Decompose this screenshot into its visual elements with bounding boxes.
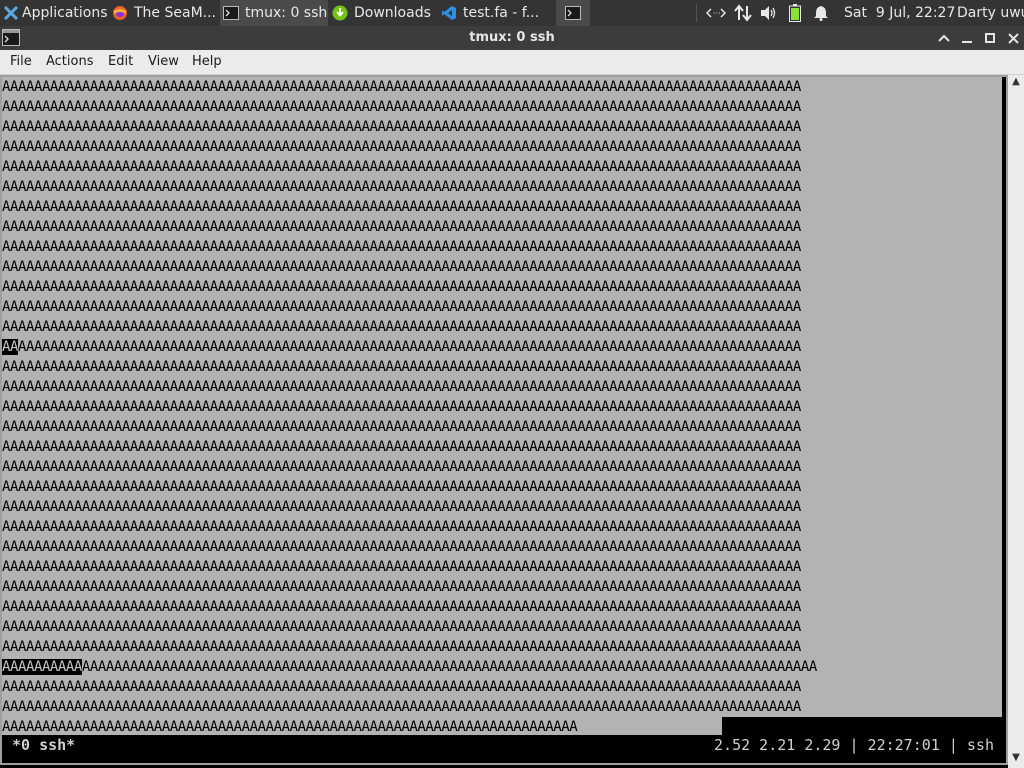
terminal-line: AAAAAAAAAAAAAAAAAAAAAAAAAAAAAAAAAAAAAAAA…	[2, 519, 801, 535]
applications-label: Applications	[22, 5, 108, 21]
tmux-status-right: 2.52 2.21 2.29 | 22:27:01 | ssh	[714, 736, 994, 754]
terminal-line: AAAAAAAAAAAAAAAAAAAAAAAAAAAAAAAAAAAAAAAA…	[2, 619, 801, 635]
terminal-line: AAAAAAAAAAAAAAAAAAAAAAAAAAAAAAAAAAAAAAAA…	[2, 579, 801, 595]
terminal-line: AAAAAAAAAAAAAAAAAAAAAAAAAAAAAAAAAAAAAAAA…	[2, 79, 801, 95]
maximize-icon	[985, 33, 995, 43]
terminal-line: AAAAAAAAAAAAAAAAAAAAAAAAAAAAAAAAAAAAAAAA…	[2, 299, 801, 315]
close-button[interactable]	[1003, 28, 1023, 48]
download-icon	[332, 5, 348, 21]
applications-menu[interactable]: Applications ⋮	[0, 0, 110, 26]
clock-label: Sat 9 Jul, 22:27	[844, 5, 956, 21]
user-label: Darty uwu	[957, 5, 1024, 21]
close-icon	[1007, 32, 1019, 44]
battery-icon[interactable]	[789, 0, 801, 26]
terminal-text: AAAAAAAAAAAAAAAAAAAAAAAAAAAAAAAAAAAAAAAA…	[17, 339, 801, 355]
menu-actions[interactable]: Actions	[46, 54, 94, 69]
firefox-icon	[112, 5, 128, 21]
terminal-line: AAAAAAAAAAAAAAAAAAAAAAAAAAAAAAAAAAAAAAAA…	[2, 159, 801, 175]
terminal-text: AAAAAAAAAAAAAAAAAAAAAAAAAAAAAAAAAAAAAAAA…	[81, 659, 817, 675]
task-terminal-small[interactable]	[556, 0, 590, 26]
task-label: Downloads	[354, 5, 431, 21]
maximize-button[interactable]	[980, 28, 1000, 48]
terminal-line: AAAAAAAAAAAAAAAAAAAAAAAAAAAAAAAAAAAAAAAA…	[2, 699, 801, 715]
terminal-line: AAAAAAAAAAAAAAAAAAAAAAAAAAAAAAAAAAAAAAAA…	[2, 559, 801, 575]
minimize-button[interactable]	[957, 28, 977, 48]
transfer-icon[interactable]	[733, 0, 753, 26]
terminal-line: AAAAAAAAAAAAAAAAAAAAAAAAAAAAAAAAAAAAAAAA…	[2, 399, 801, 415]
terminal-line: AAAAAAAAAAAAAAAAAAAAAAAAAAAAAAAAAAAAAAAA…	[2, 719, 578, 735]
xfce-logo-icon	[3, 5, 19, 21]
shade-button[interactable]	[934, 28, 954, 48]
terminal-line: AAAAAAAAAAAAAAAAAAAAAAAAAAAAAAAAAAAAAAAA…	[2, 539, 801, 555]
terminal-line: AAAAAAAAAAAAAAAAAAAAAAAAAAAAAAAAAAAAAAAA…	[2, 119, 801, 135]
terminal-line: AAAAAAAAAAAAAAAAAAAAAAAAAAAAAAAAAAAAAAAA…	[2, 139, 801, 155]
terminal-line: AAAAAAAAAAAAAAAAAAAAAAAAAAAAAAAAAAAAAAAA…	[2, 499, 801, 515]
terminal-line: AAAAAAAAAAAAAAAAAAAAAAAAAAAAAAAAAAAAAAAA…	[2, 639, 801, 655]
window-title: tmux: 0 ssh	[469, 30, 555, 45]
scroll-down-icon[interactable]: ▼	[1008, 751, 1024, 765]
menu-help[interactable]: Help	[192, 54, 222, 69]
notification-bell-icon[interactable]	[813, 0, 829, 26]
task-label: The SeaM...	[134, 5, 216, 21]
task-label: tmux: 0 ssh	[245, 5, 328, 21]
selection-highlight: AA	[2, 339, 18, 355]
terminal-line: AAAAAAAAAAAAAAAAAAAAAAAAAAAAAAAAAAAAAAAA…	[2, 319, 801, 335]
terminal-line-highlighted: AAAAAAAAAAAAAAAAAAAAAAAAAAAAAAAAAAAAAAAA…	[2, 337, 1002, 357]
terminal-line: AAAAAAAAAAAAAAAAAAAAAAAAAAAAAAAAAAAAAAAA…	[2, 459, 801, 475]
user-menu[interactable]: Darty uwu	[957, 0, 1024, 26]
terminal-line: AAAAAAAAAAAAAAAAAAAAAAAAAAAAAAAAAAAAAAAA…	[2, 279, 801, 295]
terminal-view[interactable]: AAAAAAAAAAAAAAAAAAAAAAAAAAAAAAAAAAAAAAAA…	[0, 75, 1024, 768]
task-downloads[interactable]: Downloads	[332, 0, 434, 26]
terminal-line: AAAAAAAAAAAAAAAAAAAAAAAAAAAAAAAAAAAAAAAA…	[2, 99, 801, 115]
terminal-line: AAAAAAAAAAAAAAAAAAAAAAAAAAAAAAAAAAAAAAAA…	[2, 679, 801, 695]
terminal-line: AAAAAAAAAAAAAAAAAAAAAAAAAAAAAAAAAAAAAAAA…	[2, 419, 801, 435]
terminal-line: AAAAAAAAAAAAAAAAAAAAAAAAAAAAAAAAAAAAAAAA…	[2, 359, 801, 375]
window-titlebar[interactable]: tmux: 0 ssh	[0, 26, 1024, 50]
terminal-line: AAAAAAAAAAAAAAAAAAAAAAAAAAAAAAAAAAAAAAAA…	[2, 219, 801, 235]
terminal-line: AAAAAAAAAAAAAAAAAAAAAAAAAAAAAAAAAAAAAAAA…	[2, 239, 801, 255]
menu-view[interactable]: View	[148, 54, 179, 69]
terminal-icon	[223, 5, 239, 21]
volume-icon[interactable]	[760, 0, 778, 26]
terminal-last-line: AAAAAAAAAAAAAAAAAAAAAAAAAAAAAAAAAAAAAAAA…	[2, 717, 722, 737]
terminal-line: AAAAAAAAAAAAAAAAAAAAAAAAAAAAAAAAAAAAAAAA…	[2, 179, 801, 195]
tmux-status-bar: *0 ssh* 2.52 2.21 2.29 | 22:27:01 | ssh	[2, 735, 1002, 755]
terminal-line: AAAAAAAAAAAAAAAAAAAAAAAAAAAAAAAAAAAAAAAA…	[2, 259, 801, 275]
scrollbar[interactable]: ▲ ▼	[1008, 75, 1024, 768]
task-vscode[interactable]: test.fa - f...	[441, 0, 549, 26]
terminal-line: AAAAAAAAAAAAAAAAAAAAAAAAAAAAAAAAAAAAAAAA…	[2, 439, 801, 455]
terminal-line: AAAAAAAAAAAAAAAAAAAAAAAAAAAAAAAAAAAAAAAA…	[2, 379, 801, 395]
vscode-icon	[441, 5, 457, 21]
menu-file[interactable]: File	[10, 54, 32, 69]
task-label: test.fa - f...	[463, 5, 540, 21]
minimize-icon	[962, 41, 972, 43]
terminal-line: AAAAAAAAAAAAAAAAAAAAAAAAAAAAAAAAAAAAAAAA…	[2, 599, 801, 615]
chevron-up-icon	[938, 34, 950, 42]
scroll-up-icon[interactable]: ▲	[1008, 75, 1024, 89]
svg-text:···: ···	[713, 9, 721, 18]
network-icon[interactable]: ···	[706, 0, 726, 26]
terminal-output[interactable]: AAAAAAAAAAAAAAAAAAAAAAAAAAAAAAAAAAAAAAAA…	[2, 77, 1002, 737]
task-tmux[interactable]: tmux: 0 ssh	[220, 0, 328, 26]
terminal-line: AAAAAAAAAAAAAAAAAAAAAAAAAAAAAAAAAAAAAAAA…	[2, 479, 801, 495]
terminal-icon	[565, 5, 581, 21]
terminal-line-highlighted: AAAAAAAAAAAAAAAAAAAAAAAAAAAAAAAAAAAAAAAA…	[2, 657, 1002, 677]
terminal-line: AAAAAAAAAAAAAAAAAAAAAAAAAAAAAAAAAAAAAAAA…	[2, 199, 801, 215]
clock[interactable]: Sat 9 Jul, 22:27	[844, 0, 955, 26]
menu-edit[interactable]: Edit	[108, 54, 133, 69]
menu-bar: File Actions Edit View Help	[0, 50, 1024, 75]
selection-highlight: AAAAAAAAAA	[2, 659, 82, 675]
top-panel: Applications ⋮ The SeaM... tmux: 0 ssh D…	[0, 0, 1024, 26]
task-firefox[interactable]: The SeaM...	[112, 0, 217, 26]
terminal-empty-area	[722, 717, 1002, 737]
panel-separator	[696, 4, 697, 22]
tmux-window-list[interactable]: *0 ssh*	[12, 735, 75, 755]
